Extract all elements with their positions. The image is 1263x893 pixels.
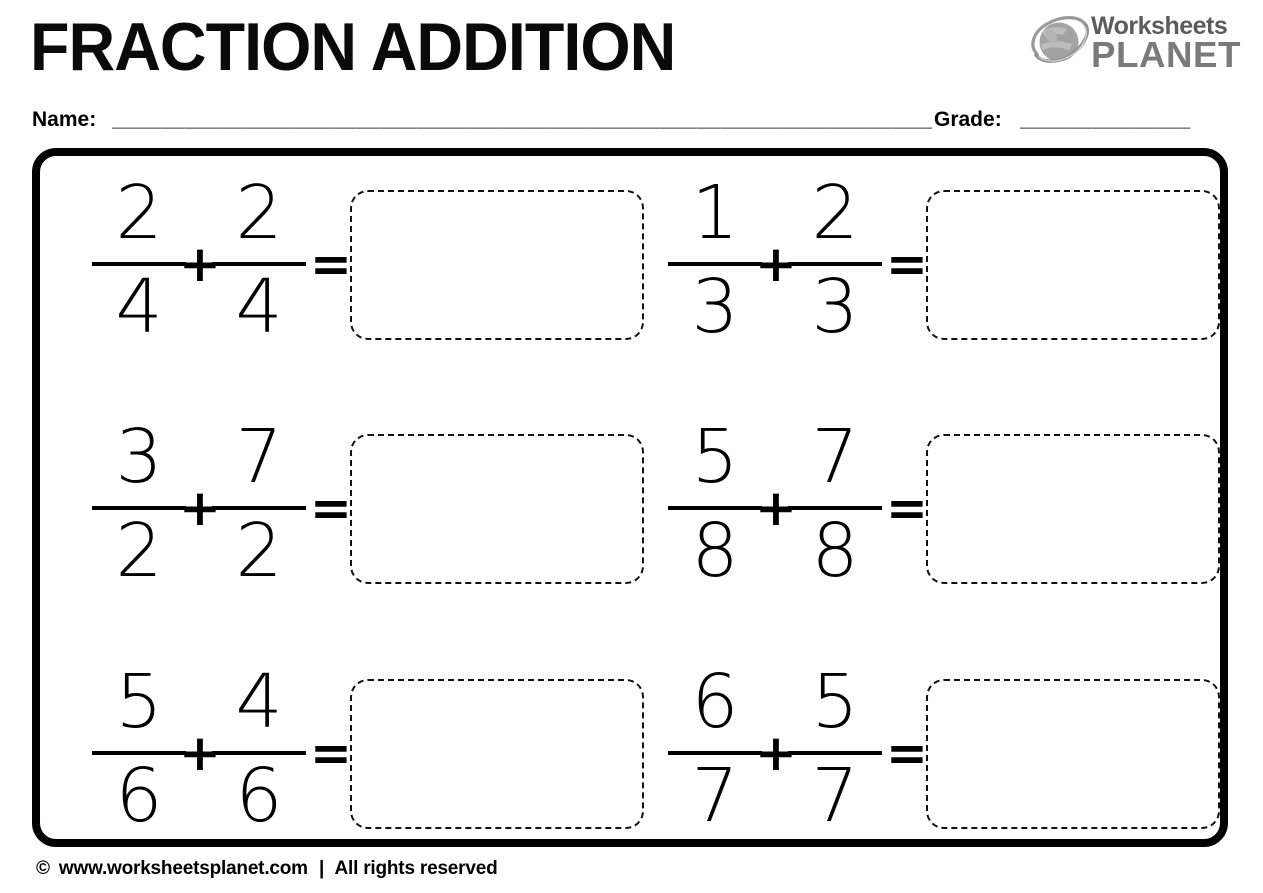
answer-box[interactable] [926,190,1220,340]
numerator: 7 [811,414,859,500]
denominator: 4 [235,264,283,350]
denominator: 3 [691,264,739,350]
answer-box[interactable] [350,434,644,584]
equals-operator: = [310,724,352,782]
denominator: 3 [811,264,859,350]
numerator: 2 [235,170,283,256]
saturn-planet-icon [1031,16,1089,63]
footer-website[interactable]: www.worksheetsplanet.com [59,858,308,879]
numerator: 5 [811,659,859,745]
equals-operator: = [310,479,352,537]
copyright-icon: © [36,858,50,879]
footer-separator: | [318,858,325,879]
problem-grid: 2 4 + 2 4 = 1 3 + 2 3 = 3 2 + 7 2 = 5 8 … [40,156,1220,839]
denominator: 8 [691,508,739,594]
denominator: 6 [235,753,283,839]
problem-item: 5 8 + 7 8 = [638,414,1220,604]
page-title: FRACTION ADDITION [30,9,676,85]
denominator: 4 [115,264,163,350]
fraction-right: 7 8 [788,414,882,604]
problem-item: 1 3 + 2 3 = [638,170,1220,360]
denominator: 7 [691,753,739,839]
brand-logo: Worksheets PLANET [1029,10,1240,76]
fraction-left: 2 4 [92,170,186,360]
footer: © www.worksheetsplanet.com | All rights … [36,858,498,880]
numerator: 7 [235,414,283,500]
answer-box[interactable] [350,679,644,829]
answer-box[interactable] [350,190,644,340]
equals-operator: = [886,479,928,537]
name-input-line[interactable]: ________________________________________… [112,108,932,132]
numerator: 2 [115,170,163,256]
brand-wordmark: Worksheets PLANET [1091,10,1240,76]
problem-panel: 2 4 + 2 4 = 1 3 + 2 3 = 3 2 + 7 2 = 5 8 … [32,148,1228,847]
numerator: 3 [115,414,163,500]
equals-operator: = [886,235,928,293]
grade-label: Grade: [934,108,1002,131]
denominator: 6 [115,753,163,839]
equals-operator: = [310,235,352,293]
fraction-left: 5 6 [92,659,186,849]
fraction-right: 2 3 [788,170,882,360]
problem-item: 3 2 + 7 2 = [62,414,644,604]
denominator: 7 [811,753,859,839]
numerator: 1 [691,170,739,256]
denominator: 2 [115,508,163,594]
student-info-row: Name: __________________________________… [32,104,1228,138]
fraction-right: 5 7 [788,659,882,849]
denominator: 8 [811,508,859,594]
brand-line-planet: PLANET [1091,34,1241,75]
numerator: 6 [691,659,739,745]
name-label: Name: [32,108,97,131]
problem-item: 6 7 + 5 7 = [638,659,1220,849]
fraction-right: 4 6 [212,659,306,849]
footer-rights: All rights reserved [334,858,498,879]
numerator: 5 [691,414,739,500]
fraction-right: 2 4 [212,170,306,360]
fraction-left: 1 3 [668,170,762,360]
grade-input-line[interactable]: ______________ [1020,108,1232,132]
denominator: 2 [235,508,283,594]
fraction-right: 7 2 [212,414,306,604]
equals-operator: = [886,724,928,782]
numerator: 5 [115,659,163,745]
worksheet-page: FRACTION ADDITION Worksheets PLANET Name… [0,0,1263,893]
numerator: 4 [235,659,283,745]
numerator: 2 [811,170,859,256]
problem-item: 2 4 + 2 4 = [62,170,644,360]
fraction-left: 6 7 [668,659,762,849]
problem-item: 5 6 + 4 6 = [62,659,644,849]
fraction-left: 3 2 [92,414,186,604]
fraction-left: 5 8 [668,414,762,604]
answer-box[interactable] [926,679,1220,829]
answer-box[interactable] [926,434,1220,584]
